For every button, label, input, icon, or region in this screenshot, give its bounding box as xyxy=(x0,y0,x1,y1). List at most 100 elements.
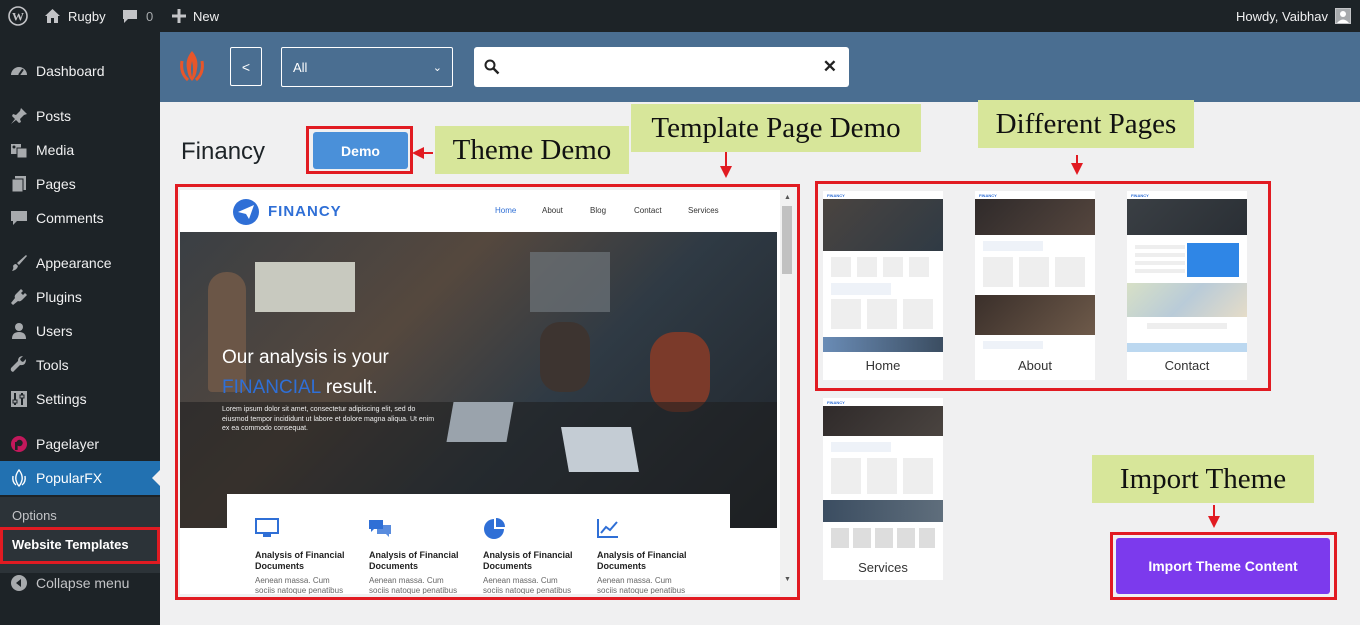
thumb-preview: FINANCY xyxy=(1127,191,1247,352)
highlight-demo-button xyxy=(306,126,413,174)
wordpress-icon[interactable]: W xyxy=(8,0,28,32)
card-title: Analysis of Financial Documents xyxy=(255,550,345,571)
hero-screen xyxy=(255,262,355,312)
sidebar-item-settings[interactable]: Settings xyxy=(0,382,160,416)
back-button[interactable]: < xyxy=(230,47,262,86)
sidebar-item-label: Media xyxy=(36,142,75,158)
sidebar-item-posts[interactable]: Posts xyxy=(0,99,160,133)
sidebar-item-comments[interactable]: Comments xyxy=(0,201,160,235)
thumb-hero xyxy=(1127,199,1247,235)
preview-nav-home[interactable]: Home xyxy=(495,206,516,215)
card-text: Aenean massa. Cum sociis natoque penatib… xyxy=(255,576,344,594)
sidebar-item-label: Settings xyxy=(36,391,87,407)
monitor-icon xyxy=(255,518,279,543)
pie-chart-icon xyxy=(483,518,505,545)
greeting: Howdy, Vaibhav xyxy=(1236,8,1329,24)
sidebar-item-label: Posts xyxy=(36,108,72,124)
sidebar-item-dashboard[interactable]: Dashboard xyxy=(0,54,160,88)
preview-scrollbar[interactable]: ▲ ▼ xyxy=(780,190,794,594)
import-theme-content-button[interactable]: Import Theme Content xyxy=(1116,538,1330,594)
sidebar-item-popularfx[interactable]: PopularFX xyxy=(0,461,160,495)
sidebar-item-media[interactable]: Media xyxy=(0,133,160,167)
page-thumb-label: About xyxy=(1018,358,1052,373)
thumb-hero xyxy=(823,406,943,436)
pin-icon xyxy=(0,107,36,125)
preview-nav-contact[interactable]: Contact xyxy=(634,206,662,215)
page-thumb-services[interactable]: FINANCY Services xyxy=(823,398,943,580)
comment-icon xyxy=(0,209,36,227)
hero-person xyxy=(208,272,246,392)
thumb-block xyxy=(1127,343,1247,352)
preview-nav-about[interactable]: About xyxy=(542,206,563,215)
sidebar-item-label: Tools xyxy=(36,357,69,373)
pagelayer-icon xyxy=(0,435,36,453)
close-icon[interactable]: ✕ xyxy=(823,57,837,77)
thumb-preview: FINANCY xyxy=(975,191,1095,352)
collapse-menu-label: Collapse menu xyxy=(36,575,130,591)
thumb-block xyxy=(1135,243,1185,273)
page-thumb-home[interactable]: FINANCY Home xyxy=(823,191,943,380)
popularfx-logo-icon xyxy=(177,49,207,88)
sidebar-item-pages[interactable]: Pages xyxy=(0,167,160,201)
preview-headline-rest: result. xyxy=(320,377,378,398)
submenu-item-options[interactable]: Options xyxy=(12,508,57,523)
plugin-icon xyxy=(0,288,36,306)
thumb-hero xyxy=(975,199,1095,235)
hero-person xyxy=(650,332,710,412)
sidebar-item-label: Plugins xyxy=(36,289,82,305)
category-select-value: All xyxy=(293,59,308,75)
preview-headline-accent: FINANCIAL xyxy=(222,377,321,398)
sidebar-item-label: Pagelayer xyxy=(36,436,100,452)
search-input[interactable] xyxy=(510,55,810,79)
thumb-brand: FINANCY xyxy=(827,193,845,198)
svg-text:W: W xyxy=(12,10,24,24)
template-toolbar: < All ⌄ ✕ xyxy=(160,32,1360,102)
comment-icon xyxy=(123,9,137,23)
thumb-block xyxy=(975,295,1095,335)
comments-count: 0 xyxy=(146,8,154,24)
category-select[interactable]: All ⌄ xyxy=(281,47,453,87)
page-thumb-contact[interactable]: FINANCY Contact xyxy=(1127,191,1247,380)
collapse-menu-button[interactable]: Collapse menu xyxy=(0,566,160,600)
flame-icon xyxy=(0,469,36,487)
sidebar-item-label: Appearance xyxy=(36,255,112,271)
paper-plane-icon xyxy=(232,198,260,231)
hero-window xyxy=(530,252,610,312)
callout-theme-demo: Theme Demo xyxy=(435,126,629,174)
sidebar-item-appearance[interactable]: Appearance xyxy=(0,246,160,280)
sidebar-item-label: Dashboard xyxy=(36,63,105,79)
thumb-brand: FINANCY xyxy=(827,400,845,405)
pages-icon xyxy=(0,175,36,193)
card-text: Aenean massa. Cum sociis natoque penatib… xyxy=(369,576,458,594)
wrench-icon xyxy=(0,356,36,374)
thumb-preview: FINANCY xyxy=(823,398,943,552)
scroll-down-icon[interactable]: ▼ xyxy=(784,576,791,583)
scrollbar-thumb[interactable] xyxy=(782,206,792,274)
sidebar-item-label: Comments xyxy=(36,210,104,226)
search-icon xyxy=(484,59,500,80)
sidebar-item-users[interactable]: Users xyxy=(0,314,160,348)
page-thumb-label: Services xyxy=(858,560,908,575)
thumb-block xyxy=(831,458,935,494)
sidebar-item-tools[interactable]: Tools xyxy=(0,348,160,382)
thumb-block xyxy=(983,341,1043,349)
avatar-icon xyxy=(1335,8,1352,24)
scroll-up-icon[interactable]: ▲ xyxy=(784,194,791,201)
chevron-down-icon: ⌄ xyxy=(432,62,442,74)
admin-bar-new[interactable]: New xyxy=(172,0,219,32)
sidebar-item-plugins[interactable]: Plugins xyxy=(0,280,160,314)
page-thumb-about[interactable]: FINANCY About xyxy=(975,191,1095,380)
chat-icon xyxy=(368,518,392,543)
preview-nav-services[interactable]: Services xyxy=(688,206,719,215)
card-title: Analysis of Financial Documents xyxy=(369,550,459,571)
sidebar-item-pagelayer[interactable]: Pagelayer xyxy=(0,427,160,461)
preview-nav-blog[interactable]: Blog xyxy=(590,206,606,215)
preview-header: FINANCY Home About Blog Contact Services xyxy=(180,190,780,232)
thumb-block xyxy=(831,257,935,277)
hero-laptop xyxy=(446,402,514,442)
admin-bar-account[interactable]: Howdy, Vaibhav xyxy=(1236,0,1352,32)
admin-bar: W Rugby 0 New Howdy, Vaibhav xyxy=(0,0,1360,32)
template-preview[interactable]: FINANCY Home About Blog Contact Services… xyxy=(180,190,794,594)
admin-bar-comments[interactable]: 0 xyxy=(122,0,153,32)
admin-bar-site[interactable]: Rugby xyxy=(44,0,106,32)
